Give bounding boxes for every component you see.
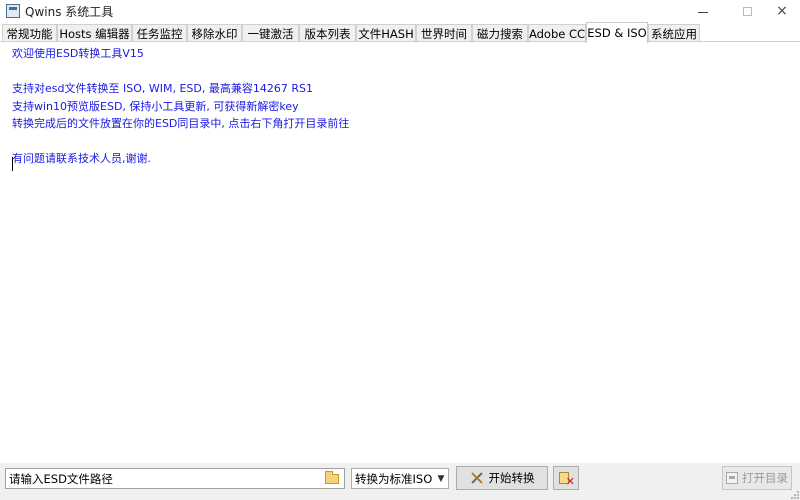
tab-esd-iso[interactable]: ESD & ISO [586,22,648,43]
tab-magnet-search[interactable]: 磁力搜索 [472,24,528,42]
maximize-icon [742,6,752,16]
tab-label: Adobe CC [528,26,586,41]
minimize-button[interactable] [680,0,726,22]
tab-label: 文件HASH [358,26,414,41]
esd-path-input[interactable] [5,468,345,489]
open-directory-button[interactable]: 打开目录 [722,466,792,490]
tab-label: 任务监控 [136,26,183,41]
tab-system-apps[interactable]: 系统应用 [648,24,700,42]
info-line: 有问题请联系技术人员,谢谢. [12,152,151,165]
info-line [12,133,349,151]
tab-file-hash[interactable]: 文件HASH [356,24,416,42]
tab-label: 常规功能 [6,26,53,41]
tab-label: Hosts 编辑器 [59,26,130,41]
start-convert-label: 开始转换 [488,471,535,485]
window-title: Qwins 系统工具 [25,4,114,19]
resize-grip[interactable] [789,489,799,499]
tab-baseline [0,41,800,42]
tab-version-list[interactable]: 版本列表 [299,24,356,42]
tab-remove-watermark[interactable]: 移除水印 [187,24,242,42]
minimize-icon [698,11,708,13]
tab-label: 世界时间 [421,26,467,41]
close-icon: × [776,3,788,19]
browse-button[interactable] [323,470,341,487]
tools-icon [470,471,484,485]
tab-label: 移除水印 [191,26,238,41]
tab-general[interactable]: 常规功能 [2,24,57,42]
clear-icon: ✕ [559,471,575,488]
info-line: 转换完成后的文件放置在你的ESD同目录中, 点击右下角打开目录前往 [12,117,350,130]
tab-label: 系统应用 [651,26,697,41]
info-text-area[interactable]: 欢迎使用ESD转换工具V15 支持对esd文件转换至 ISO, WIM, ESD… [4,43,796,463]
chevron-down-icon: ▼ [437,473,445,484]
info-line [12,63,349,81]
format-select-value: 转换为标准ISO [355,471,433,486]
start-convert-button[interactable]: 开始转换 [456,466,548,490]
format-select[interactable]: 转换为标准ISO ▼ [351,468,449,489]
tab-adobe-cc[interactable]: Adobe CC [528,24,586,42]
tab-label: ESD & ISO [587,26,647,40]
info-line: 支持win10预览版ESD, 保持小工具更新, 可获得新解密key [12,99,299,113]
clear-button[interactable]: ✕ [553,466,579,490]
open-directory-label: 打开目录 [742,471,788,485]
text-caret [12,157,13,171]
tab-label: 磁力搜索 [477,26,523,41]
info-text: 欢迎使用ESD转换工具V15 支持对esd文件转换至 ISO, WIM, ESD… [12,45,349,168]
title-bar[interactable]: Qwins 系统工具 × [0,0,800,22]
bottom-toolbar: 转换为标准ISO ▼ 开始转换 ✕ 打开目录 [0,463,800,500]
tab-world-time[interactable]: 世界时间 [416,24,472,42]
close-button[interactable]: × [764,0,800,22]
tab-label: 一键激活 [247,26,294,41]
info-line: 欢迎使用ESD转换工具V15 [12,47,144,60]
tab-label: 版本列表 [304,26,351,41]
folder-icon [325,470,339,484]
info-line: 支持对esd文件转换至 ISO, WIM, ESD, 最高兼容14267 RS1 [12,82,313,95]
tab-hosts-editor[interactable]: Hosts 编辑器 [57,24,132,42]
app-window-icon [6,4,20,18]
tab-strip: 常规功能 Hosts 编辑器 任务监控 移除水印 一键激活 版本列表 文件HAS… [0,22,800,43]
printer-icon [726,472,738,484]
tab-one-click-activate[interactable]: 一键激活 [242,24,299,42]
tab-task-monitor[interactable]: 任务监控 [132,24,187,42]
